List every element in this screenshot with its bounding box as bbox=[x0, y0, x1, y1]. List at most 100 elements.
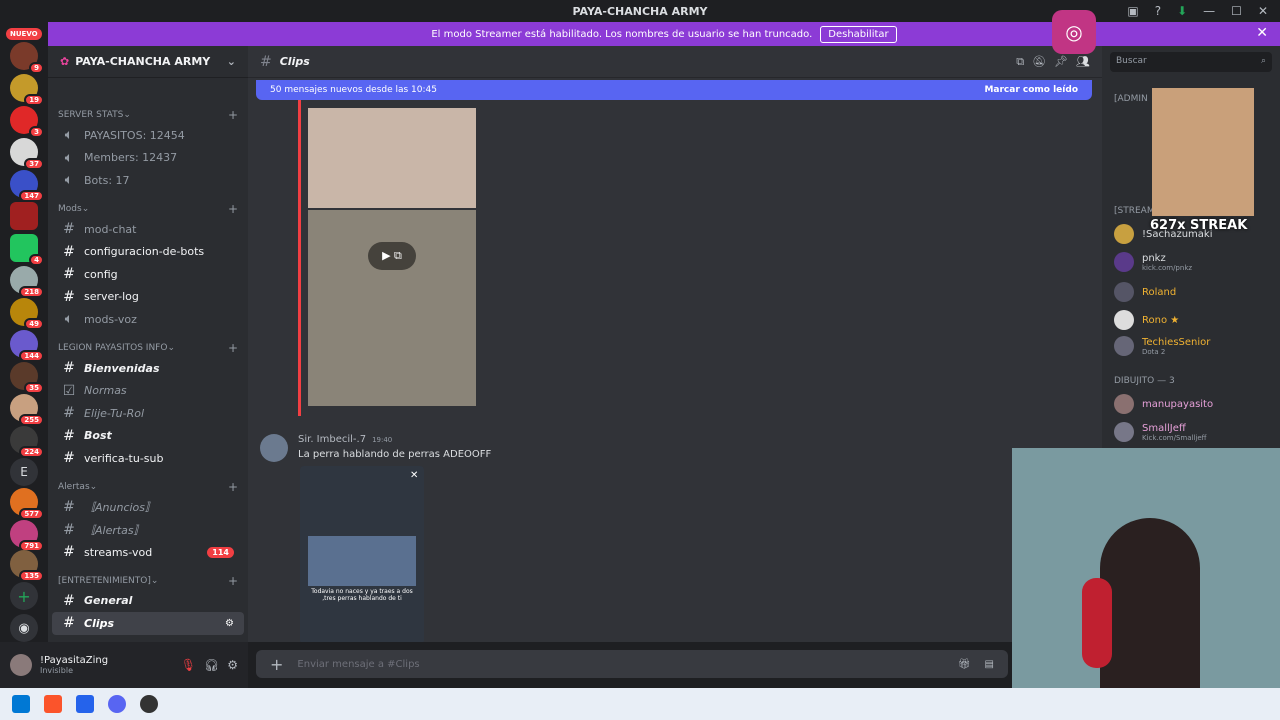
obs-icon[interactable] bbox=[140, 695, 158, 713]
clip-thumbnail[interactable] bbox=[308, 108, 476, 208]
message-input[interactable]: + Enviar mensaje a #Clips 🎁︎ ▤ bbox=[256, 650, 1008, 678]
member-item[interactable]: SmallJeff Kick.com/Smalljeff bbox=[1114, 422, 1207, 442]
message-timestamp: 19:40 bbox=[372, 436, 393, 444]
video-player[interactable]: ▶ ⧉ bbox=[308, 210, 476, 406]
hash-icon: # bbox=[63, 405, 75, 422]
text-channel[interactable]: # 〚Anuncios〛 bbox=[52, 496, 244, 519]
avatar bbox=[1114, 282, 1134, 302]
server-icon[interactable]: 218 bbox=[10, 266, 44, 298]
rules-channel[interactable]: ☑ Normas bbox=[52, 379, 244, 402]
gift-icon[interactable]: 🎁︎ bbox=[958, 659, 971, 670]
disable-streamer-button[interactable]: Deshabilitar bbox=[820, 25, 897, 43]
settings-icon[interactable]: ⚙ bbox=[227, 658, 238, 672]
username: !PayasitaZing bbox=[40, 655, 109, 666]
download-icon[interactable]: ⬇ bbox=[1177, 4, 1187, 18]
text-channel[interactable]: # configuracion-de-bots bbox=[52, 240, 244, 263]
help-icon[interactable]: ? bbox=[1155, 4, 1161, 18]
text-channel[interactable]: # verifica-tu-sub bbox=[52, 447, 244, 470]
add-channel-icon[interactable]: + bbox=[228, 202, 238, 216]
member-item[interactable]: TechiesSenior Dota 2 bbox=[1114, 336, 1210, 356]
server-icon[interactable]: E bbox=[10, 458, 38, 486]
video-attachment[interactable]: ✕ Todavia no naces y ya traes a dos ,tre… bbox=[300, 466, 424, 642]
add-channel-icon[interactable]: + bbox=[228, 341, 238, 355]
inbox-icon[interactable]: ▣ bbox=[1127, 4, 1138, 18]
server-icon[interactable]: 4 bbox=[10, 234, 44, 266]
category-legion[interactable]: LEGION PAYASITOS INFO ⌄ + bbox=[48, 339, 248, 357]
member-item[interactable]: pnkz kick.com/pnkz bbox=[1114, 252, 1192, 272]
member-list-icon[interactable]: 👥︎ bbox=[1076, 55, 1090, 68]
voice-channel[interactable]: 🔈︎ mods-voz bbox=[52, 308, 244, 331]
message-author[interactable]: Sir. Imbecil-.7 bbox=[298, 434, 366, 445]
close-icon[interactable]: ✕ bbox=[1256, 25, 1268, 41]
server-icon[interactable]: 144 bbox=[10, 330, 44, 362]
add-channel-icon[interactable]: + bbox=[228, 480, 238, 494]
close-button[interactable]: ✕ bbox=[1258, 4, 1268, 18]
close-icon[interactable]: ✕ bbox=[410, 470, 418, 481]
brave-icon[interactable] bbox=[44, 695, 62, 713]
add-attachment-icon[interactable]: + bbox=[270, 655, 283, 674]
server-icon[interactable]: 135 bbox=[10, 550, 44, 582]
pin-icon[interactable]: 📌︎ bbox=[1054, 55, 1068, 68]
text-channel[interactable]: # General bbox=[52, 590, 244, 613]
discord-icon[interactable] bbox=[108, 695, 126, 713]
text-channel[interactable]: # streams-vod 114 bbox=[52, 541, 244, 564]
server-icon[interactable]: 255 bbox=[10, 394, 44, 426]
voice-channel[interactable]: 🔈︎ Members: 12437 bbox=[52, 147, 244, 170]
gif-icon[interactable]: ▤ bbox=[985, 659, 994, 670]
new-messages-bar[interactable]: 50 mensajes nuevos desde las 10:45 Marca… bbox=[256, 80, 1092, 100]
voice-channel[interactable]: 🔈︎ Bots: 17 bbox=[52, 169, 244, 192]
windows-start-icon[interactable] bbox=[12, 695, 30, 713]
avatar[interactable] bbox=[260, 434, 288, 462]
server-icon[interactable]: 19 bbox=[10, 74, 44, 106]
member-item[interactable]: Rono ★ bbox=[1114, 310, 1179, 330]
mute-channel-icon[interactable]: 🔕︎ bbox=[1032, 55, 1046, 68]
category-server-stats[interactable]: SERVER STATS ⌄ + bbox=[48, 106, 248, 124]
text-channel[interactable]: # mod-chat bbox=[52, 218, 244, 241]
server-icon[interactable]: 577 bbox=[10, 488, 44, 520]
add-channel-icon[interactable]: + bbox=[228, 108, 238, 122]
text-channel[interactable]: # server-log bbox=[52, 286, 244, 309]
add-server-icon[interactable]: + bbox=[10, 582, 38, 610]
streamer-figure bbox=[1100, 518, 1200, 688]
member-item[interactable]: manupayasito bbox=[1114, 394, 1213, 414]
speaker-icon: 🔈︎ bbox=[64, 311, 74, 328]
minimize-button[interactable]: — bbox=[1203, 4, 1215, 18]
maximize-button[interactable]: ☐ bbox=[1231, 4, 1242, 18]
text-channel[interactable]: # Elije-Tu-Rol bbox=[52, 402, 244, 425]
server-icon[interactable] bbox=[10, 202, 38, 230]
server-icon[interactable]: 35 bbox=[10, 362, 44, 394]
new-messages-text: 50 mensajes nuevos desde las 10:45 bbox=[270, 85, 437, 95]
server-icon[interactable]: 37 bbox=[10, 138, 44, 170]
server-icon[interactable]: 49 bbox=[10, 298, 44, 330]
text-channel-selected[interactable]: # Clips ⚙ bbox=[52, 612, 244, 635]
avatar[interactable] bbox=[10, 654, 32, 676]
server-name: PAYA-CHANCHA ARMY bbox=[75, 55, 211, 68]
text-channel[interactable]: # config bbox=[52, 263, 244, 286]
app-icon[interactable] bbox=[76, 695, 94, 713]
category-mods[interactable]: Mods ⌄ + bbox=[48, 200, 248, 218]
server-header[interactable]: ✿ PAYA-CHANCHA ARMY ⌄ bbox=[48, 46, 248, 78]
server-icon[interactable]: 224 bbox=[10, 426, 44, 458]
voice-channel[interactable]: 🔈︎ PAYASITOS: 12454 bbox=[52, 124, 244, 147]
mute-icon[interactable]: 🎙︎ bbox=[181, 658, 196, 672]
text-channel[interactable]: # Bost bbox=[52, 425, 244, 448]
mark-read-button[interactable]: Marcar como leído bbox=[984, 85, 1078, 95]
server-icon[interactable]: 791 bbox=[10, 520, 44, 552]
search-input[interactable]: Buscar ⌕ bbox=[1110, 52, 1272, 72]
headset-icon[interactable]: 🎧︎ bbox=[204, 658, 219, 672]
threads-icon[interactable]: ⧉ bbox=[1016, 55, 1024, 69]
text-channel[interactable]: # 〚Alertas〛 bbox=[52, 518, 244, 541]
category-entretenimiento[interactable]: [ENTRETENIMIENTO] ⌄ + bbox=[48, 572, 248, 590]
explore-icon[interactable]: ◉ bbox=[10, 614, 38, 642]
gear-icon[interactable]: ⚙ bbox=[225, 618, 234, 629]
member-item[interactable]: Roland bbox=[1114, 282, 1176, 302]
add-channel-icon[interactable]: + bbox=[228, 574, 238, 588]
chevron-down-icon: ⌄ bbox=[226, 55, 236, 68]
text-channel[interactable]: # Bienvenidas bbox=[52, 357, 244, 380]
server-icon[interactable]: 9 bbox=[10, 42, 44, 74]
category-alertas[interactable]: Alertas ⌄ + bbox=[48, 478, 248, 496]
server-icon[interactable]: 147 bbox=[10, 170, 44, 202]
instagram-logo: ◎ bbox=[1052, 10, 1096, 54]
play-icon[interactable]: ▶ ⧉ bbox=[368, 242, 416, 270]
server-icon[interactable]: 3 bbox=[10, 106, 44, 138]
